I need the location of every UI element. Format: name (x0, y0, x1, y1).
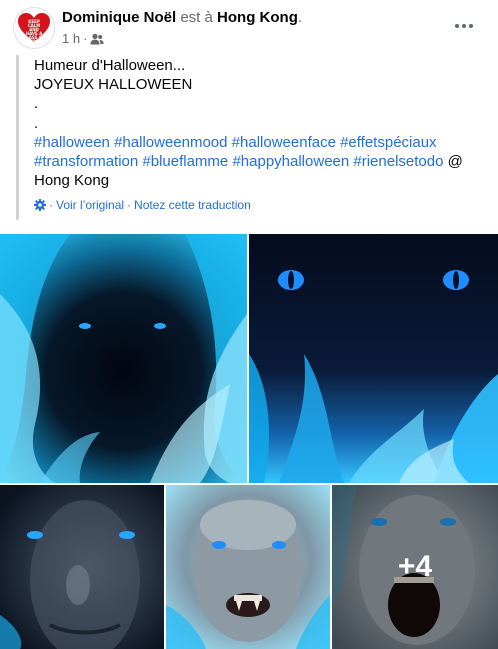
more-photos-count: +4 (332, 485, 498, 649)
photo-fangs[interactable] (166, 485, 330, 649)
hashtag-link[interactable]: #effetspéciaux (340, 134, 436, 151)
hashtag-link[interactable]: #blueflamme (142, 153, 228, 170)
hashtag-link[interactable]: #halloweenmood (114, 134, 227, 151)
friends-icon[interactable] (90, 33, 105, 45)
more-horizontal-icon (455, 24, 473, 28)
location-link[interactable]: Hong Kong (217, 9, 298, 26)
rate-translation-link[interactable]: Notez cette traduction (134, 198, 251, 212)
blue-flame-cat-eyes-image (249, 234, 498, 483)
post-timestamp[interactable]: 1 h (62, 31, 80, 46)
hashtag-line: #transformation #blueflamme #happyhallow… (34, 152, 484, 171)
post-message: Humeur d'Halloween... JOYEUX HALLOWEEN .… (34, 56, 484, 190)
post-title-line: Dominique Noël est à Hong Kong. (62, 9, 302, 26)
translation-quote-bar (16, 55, 19, 220)
translation-bar: · Voir l’original · Notez cette traducti… (34, 198, 251, 212)
author-avatar[interactable]: KEEP CALM AND HAVE A GLASS OF WINE (14, 8, 54, 48)
more-options-button[interactable] (452, 16, 476, 36)
location-suffix: . (297, 9, 303, 26)
message-line: JOYEUX HALLOWEEN (34, 76, 193, 94)
hashtag-link[interactable]: #halloween (34, 134, 110, 151)
hashtag-link[interactable]: #transformation (34, 153, 138, 170)
hashtag-line: #halloween #halloweenmood #halloweenface… (34, 133, 484, 152)
photo-screaming-more[interactable]: +4 (332, 485, 498, 649)
blue-flame-face-image (0, 234, 247, 483)
post-header: KEEP CALM AND HAVE A GLASS OF WINE Domin… (0, 0, 498, 52)
photo-blue-flame-eyes[interactable] (249, 234, 498, 483)
photo-glowing-eyes[interactable] (0, 485, 164, 649)
gear-icon[interactable] (34, 199, 46, 211)
message-line: . (34, 95, 39, 113)
avatar-logo-text: KEEP CALM AND HAVE A GLASS OF WINE (22, 19, 46, 44)
at-sign: @ (447, 153, 463, 171)
message-line: . (34, 114, 39, 132)
face-glowing-eyes-image (0, 485, 164, 649)
author-name[interactable]: Dominique Noël (62, 9, 176, 26)
translation-separator: · (49, 198, 53, 212)
hashtag-link[interactable]: #happyhalloween (232, 153, 349, 170)
see-original-link[interactable]: Voir l’original (56, 198, 124, 212)
hashtag-link[interactable]: #halloweenface (232, 134, 336, 151)
post-meta: 1 h · (62, 31, 105, 46)
message-line: Humeur d'Halloween... (34, 57, 186, 74)
face-fangs-image (166, 485, 330, 649)
translation-separator: · (127, 198, 132, 212)
location-prefix: est à (180, 9, 213, 26)
photo-blue-flame-face[interactable] (0, 234, 247, 483)
meta-separator: · (83, 31, 88, 46)
place-line: Hong Kong (34, 172, 110, 190)
hashtag-link[interactable]: #rienelsetodo (353, 153, 443, 170)
